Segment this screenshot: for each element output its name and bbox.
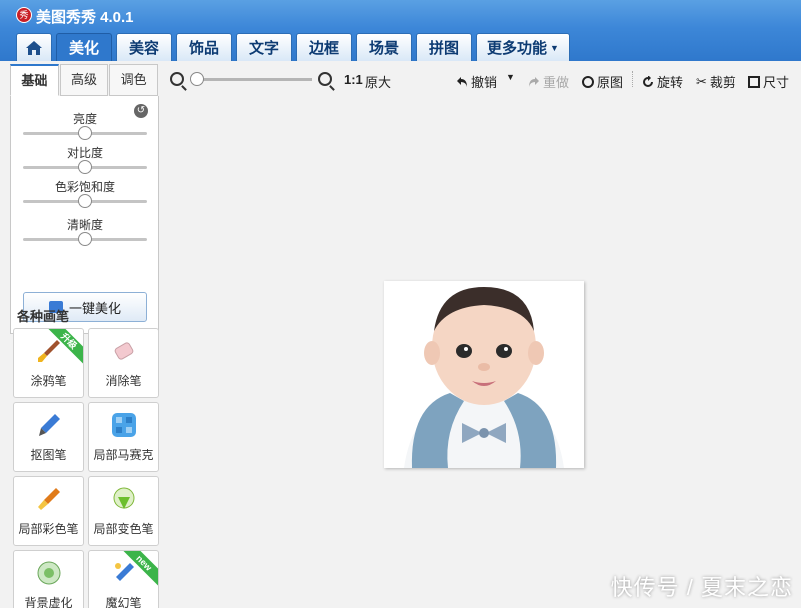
scissors-icon: ✂ [696, 73, 707, 89]
brush-label: 抠图笔 [30, 448, 67, 462]
subtab-advanced[interactable]: 高级 [59, 64, 109, 96]
brush-magic[interactable]: 魔幻笔 new [88, 550, 159, 608]
tab-more-label: 更多功能 [487, 40, 548, 57]
brush-label: 魔幻笔 [105, 596, 142, 608]
brush-recolor[interactable]: 局部变色笔 [88, 476, 159, 546]
tab-beauty[interactable]: 美容 [116, 33, 172, 61]
eraser-icon [114, 342, 133, 360]
redo-button[interactable]: 重做 [528, 72, 569, 91]
sharpness-slider[interactable] [23, 232, 147, 246]
original-label: 原图 [597, 75, 624, 90]
saturation-slider[interactable] [23, 194, 147, 208]
baby-photo-image [384, 281, 584, 468]
saturation-slider-thumb[interactable] [78, 194, 92, 208]
caret-down-icon: ▼ [506, 72, 515, 82]
app-logo-icon: 秀 [16, 7, 32, 23]
tab-text[interactable]: 文字 [236, 33, 292, 61]
brightness-slider-group: 亮度 [23, 110, 147, 140]
caret-down-icon: ▼ [550, 42, 559, 53]
brush-cutout[interactable]: 抠图笔 [13, 402, 84, 472]
color-brush-icon [37, 488, 60, 510]
brightness-slider[interactable] [23, 126, 147, 140]
one-key-beautify-label: 一键美化 [68, 300, 121, 316]
brush-doodle[interactable]: 涂鸦笔 升级 [13, 328, 84, 398]
paintbrush-icon [37, 340, 60, 362]
brush-label: 背景虚化 [24, 596, 73, 608]
undo-button[interactable]: 撤销 [456, 72, 497, 91]
subtab-basic[interactable]: 基础 [10, 64, 59, 96]
brush-mosaic[interactable]: 局部马赛克 [88, 402, 159, 472]
canvas-area[interactable] [162, 96, 801, 608]
canvas-toolbar: 1:1 原大 撤销 ▼ 重做 原图 旋转 ✂ 裁剪 尺寸 [168, 68, 801, 92]
brush-label: 局部马赛克 [93, 448, 154, 462]
tab-beautify[interactable]: 美化 [56, 33, 112, 61]
magic-pen-icon [114, 563, 134, 581]
saturation-slider-group: 色彩饱和度 [23, 178, 147, 208]
resize-button[interactable]: 尺寸 [748, 72, 789, 91]
crop-label: 裁剪 [709, 75, 736, 90]
recolor-pen-icon [113, 487, 134, 509]
tab-scene[interactable]: 场景 [356, 33, 412, 61]
home-icon [26, 40, 42, 55]
rotate-label: 旋转 [657, 75, 684, 90]
sharpness-slider-thumb[interactable] [78, 232, 92, 246]
tab-home[interactable] [16, 33, 52, 61]
brush-local-color[interactable]: 局部彩色笔 [13, 476, 84, 546]
brush-eraser[interactable]: 消除笔 [88, 328, 159, 398]
subtab-color[interactable]: 调色 [109, 64, 159, 96]
redo-icon [529, 76, 539, 87]
adjust-panel: 基础 高级 调色 ↺ 亮度 对比度 色彩饱和度 清晰度 一键美化 [10, 64, 159, 334]
saturation-label: 色彩饱和度 [54, 180, 115, 194]
tab-frame[interactable]: 边框 [296, 33, 352, 61]
brush-label: 局部彩色笔 [18, 522, 79, 536]
blur-background-icon [37, 561, 60, 585]
brush-label: 局部变色笔 [93, 522, 154, 536]
crop-button[interactable]: ✂ 裁剪 [696, 72, 736, 91]
tab-more-features[interactable]: 更多功能 ▼ [476, 33, 570, 61]
app-title: 美图秀秀 4.0.1 [36, 9, 134, 26]
undo-dropdown[interactable]: ▼ [506, 72, 515, 82]
baby-photo[interactable] [384, 281, 584, 468]
mosaic-icon [111, 413, 136, 437]
brush-label: 涂鸦笔 [30, 374, 67, 388]
size-label: 尺寸 [763, 75, 790, 90]
subtab-bar: 基础 高级 调色 [10, 64, 159, 96]
contrast-slider[interactable] [23, 160, 147, 174]
undo-label: 撤销 [471, 75, 498, 90]
brightness-slider-thumb[interactable] [78, 126, 92, 140]
circle-icon [582, 75, 594, 88]
resize-icon [748, 75, 760, 88]
sharpness-slider-group: 清晰度 [23, 216, 147, 246]
toolbar-divider [632, 71, 633, 87]
zoom-slider[interactable] [192, 78, 312, 81]
brush-label: 消除笔 [105, 374, 142, 388]
brush-grid: 涂鸦笔 升级 消除笔 抠图笔 局部马赛克 局部彩色笔 局部变色笔 背景虚化 魔幻… [13, 328, 159, 608]
tab-collage[interactable]: 拼图 [416, 33, 472, 61]
cutout-pen-icon [38, 414, 60, 436]
basic-adjust-box: ↺ 亮度 对比度 色彩饱和度 清晰度 一键美化 [10, 96, 159, 334]
zoom-out-icon[interactable] [170, 72, 184, 86]
title-bar: 秀 美图秀秀 4.0.1 美化 美容 饰品 文字 边框 场景 拼图 更多功能 ▼ [0, 0, 801, 61]
zoom-slider-thumb[interactable] [190, 72, 204, 86]
rotate-button[interactable]: 旋转 [642, 72, 683, 91]
brushes-title: 各种画笔 [17, 309, 70, 324]
watermark: 快传号 / 夏末之恋 [610, 575, 793, 600]
original-size-label[interactable]: 原大 [365, 72, 391, 91]
brightness-label: 亮度 [72, 112, 97, 126]
contrast-slider-group: 对比度 [23, 144, 147, 174]
sharpness-label: 清晰度 [66, 218, 103, 232]
redo-label: 重做 [543, 75, 570, 90]
main-tabs: 美化 美容 饰品 文字 边框 场景 拼图 更多功能 ▼ [16, 33, 570, 61]
actual-size-ratio[interactable]: 1:1 [344, 72, 363, 87]
contrast-label: 对比度 [66, 146, 103, 160]
original-image-button[interactable]: 原图 [582, 72, 623, 91]
zoom-in-icon[interactable] [318, 72, 332, 86]
rotate-icon [643, 75, 653, 87]
contrast-slider-thumb[interactable] [78, 160, 92, 174]
tab-accessories[interactable]: 饰品 [176, 33, 232, 61]
brush-blur-background[interactable]: 背景虚化 [13, 550, 84, 608]
undo-icon [457, 76, 467, 87]
